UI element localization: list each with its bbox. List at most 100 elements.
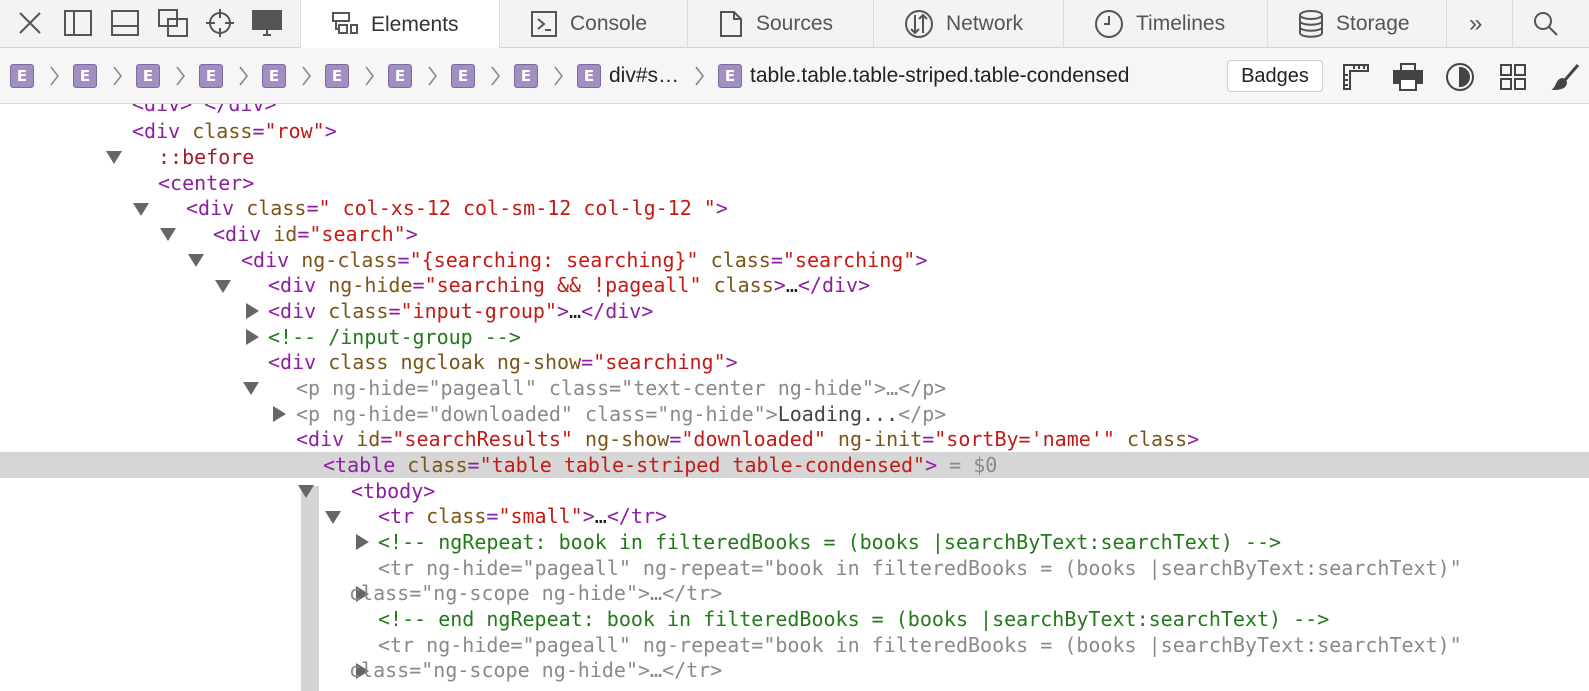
paintbrush-icon[interactable] (1549, 60, 1583, 94)
attr-name: class (548, 376, 610, 400)
attr-name: ng-init (837, 427, 923, 451)
breadcrumb-item[interactable]: E (73, 63, 97, 89)
appearance-toggle-icon[interactable] (1443, 60, 1477, 94)
dom-node[interactable]: <!-- end ngRepeat: book in filteredBooks… (0, 606, 1589, 632)
tag-open: <center> (158, 171, 255, 195)
chevron-right-icon (296, 64, 316, 88)
dom-node[interactable]: <tr class="small">…</tr> (0, 503, 1589, 550)
dom-node[interactable]: <div class="row"> (0, 118, 1589, 164)
breadcrumb-item[interactable]: E (514, 63, 538, 89)
chevron-right-icon (233, 64, 253, 88)
chevron-right-icon (170, 64, 190, 88)
attr-name: ng-show (585, 427, 670, 451)
tab-label: Network (946, 12, 1024, 35)
dom-node[interactable]: <!-- ngRepeat: book in filteredBooks = (… (0, 529, 1589, 555)
collapsed-ellipsis: … (785, 273, 798, 297)
attr-name: ng-class (301, 248, 398, 272)
dom-node[interactable]: <div class="input-group">…</div> (0, 298, 1589, 345)
ruler-icon[interactable] (1339, 60, 1373, 94)
dom-node[interactable]: <p ng-hide="downloaded" class="ng-hide">… (0, 401, 1589, 427)
dom-node[interactable]: <tr ng-hide="pageall" ng-repeat="book in… (0, 632, 1589, 679)
tab-overflow-button[interactable]: » (1446, 0, 1512, 48)
dom-node[interactable]: <div id="searchResults" ng-show="downloa… (0, 426, 1589, 472)
dom-node[interactable]: <div class=" col-xs-12 col-sm-12 col-lg-… (0, 195, 1589, 241)
dock-left-icon[interactable] (59, 4, 97, 42)
breadcrumb-item[interactable]: E (10, 63, 34, 89)
breadcrumb-item[interactable]: E (388, 63, 412, 89)
attr-value: "downloaded" (428, 402, 573, 426)
dom-node[interactable]: <!-- /input-group --> (0, 324, 1589, 350)
dom-node[interactable]: <tr ng-hide="pageall" ng-repeat="book in… (0, 555, 1589, 602)
attr-value: "sortBy='name'" (934, 427, 1115, 451)
dom-node-continuation[interactable]: class="ng-scope ng-hide">…</tr> (0, 657, 1589, 683)
tab-label: Console (570, 12, 648, 35)
badges-button[interactable]: Badges (1227, 60, 1323, 92)
tab-timelines[interactable]: Timelines (1063, 0, 1267, 48)
breadcrumb-item[interactable]: E (451, 63, 475, 89)
attr-value: "table table-striped table-condensed" (479, 453, 926, 477)
attr-value: "input-group" (400, 299, 558, 323)
tab-network[interactable]: Network (873, 0, 1063, 48)
console-icon (531, 11, 557, 37)
tag-open: <div (213, 222, 262, 246)
tag-end: </div> (581, 299, 654, 323)
inspect-crosshair-icon[interactable] (201, 4, 239, 42)
attr-name: class (328, 350, 389, 374)
print-icon[interactable] (1391, 60, 1425, 94)
breadcrumb-item[interactable]: E (262, 63, 286, 89)
dom-node[interactable]: <center> (0, 170, 1589, 216)
breadcrumb-item-current[interactable]: E table.table.table-striped.table-conden… (718, 63, 1129, 89)
tag-end: </p> (898, 402, 947, 426)
element-badge-icon: E (73, 64, 97, 88)
dom-node[interactable]: <div id="search"> (0, 221, 1589, 267)
search-button[interactable] (1512, 0, 1589, 48)
tag-end: </p> (898, 376, 947, 400)
chevron-right-icon (422, 64, 442, 88)
dock-bottom-icon[interactable] (106, 4, 144, 42)
chevron-right-icon (485, 64, 505, 88)
tag-close: > (582, 504, 595, 528)
breadcrumb-item-div-search[interactable]: E div#s… (577, 63, 679, 89)
node-text: class="ng-scope ng-hide">…</tr> (349, 658, 723, 682)
attr-value: "search" (309, 222, 406, 246)
dom-tree: <div> </div> <div class="row"> ::before … (0, 104, 1589, 691)
tag-open: <div (241, 248, 290, 272)
tag-open: <table (323, 453, 396, 477)
html-comment: <!-- /input-group --> (268, 325, 521, 349)
dom-node[interactable]: <div ng-hide="searching && !pageall" cla… (0, 272, 1589, 319)
dom-node[interactable]: <div class ngcloak ng-show="searching"> (0, 349, 1589, 395)
tag-close: > (324, 119, 337, 143)
dom-breadcrumb-bar: E E E E E E E E E E div#s… E table.table… (0, 48, 1589, 104)
element-badge-icon: E (136, 64, 160, 88)
tag-open: <div (296, 427, 345, 451)
tab-label: Sources (756, 12, 834, 35)
device-screen-icon[interactable] (248, 4, 286, 42)
attr-value: "pageall" (428, 376, 537, 400)
breadcrumb-item[interactable]: E (136, 63, 160, 89)
layout-grid-icon[interactable] (1496, 60, 1530, 94)
attr-name: ng-hide (332, 402, 417, 426)
dom-node[interactable]: <div ng-class="{searching: searching}" c… (0, 247, 1589, 293)
dom-node[interactable]: <tbody> (0, 478, 1589, 524)
dom-node[interactable]: <p ng-hide="pageall" class="text-center … (0, 375, 1589, 422)
tab-elements[interactable]: Elements (300, 0, 499, 49)
dom-node-selected[interactable]: <table class="table table-striped table-… (0, 452, 1589, 498)
attr-name: id (356, 427, 381, 451)
attr-value: "small" (498, 504, 583, 528)
tag-open: <div (268, 350, 317, 374)
attr-value: "downloaded" (681, 427, 826, 451)
attr-value: " col-xs-12 col-sm-12 col-lg-12 " (318, 196, 716, 220)
close-icon[interactable] (11, 4, 49, 42)
attr-value: "searching" (593, 350, 726, 374)
dom-node-continuation[interactable]: class="ng-scope ng-hide">…</tr> (0, 580, 1589, 606)
attr-name: id (273, 222, 298, 246)
dom-node[interactable]: ::before (0, 144, 1589, 170)
attr-eq: = (252, 119, 265, 143)
tab-storage[interactable]: Storage (1267, 0, 1446, 48)
tab-sources[interactable]: Sources (687, 0, 873, 48)
dom-node[interactable]: <div> </div> (0, 104, 1589, 117)
breadcrumb-item[interactable]: E (325, 63, 349, 89)
detach-window-icon[interactable] (154, 4, 192, 42)
breadcrumb-item[interactable]: E (199, 63, 223, 89)
tab-console[interactable]: Console (499, 0, 687, 48)
